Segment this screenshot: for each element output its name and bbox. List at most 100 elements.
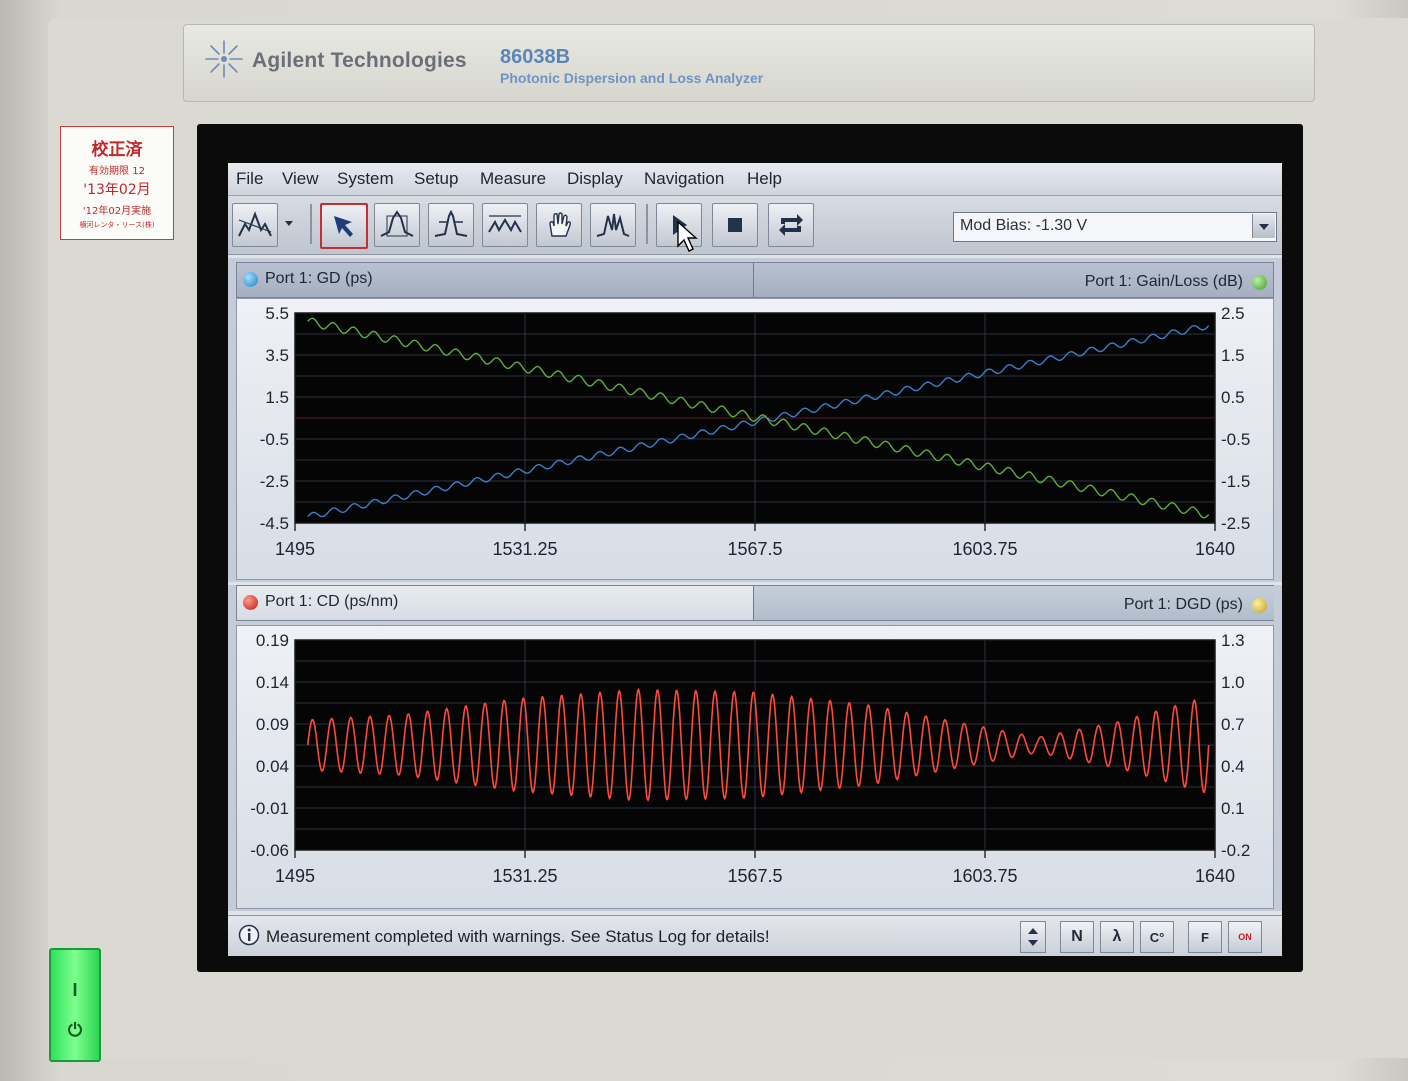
normalize-button[interactable]: N	[1060, 921, 1094, 953]
y-right-tick-label: 2.5	[1221, 304, 1245, 323]
chevron-down-icon	[1259, 224, 1269, 230]
y-right-tick-label: 1.0	[1221, 673, 1245, 692]
gd-gain-chart[interactable]: 1495 1531.25 1567.5 1603.75 1640 5.5 3.5 1.5 -0.…	[237, 299, 1273, 579]
gd-title[interactable]: Port 1: GD (ps)	[265, 270, 373, 288]
x-tick-label: 1567.5	[727, 866, 782, 886]
power-on-symbol: I	[72, 980, 78, 1000]
menu-help[interactable]: Help	[747, 169, 782, 189]
status-bar: Measurement completed with warnings. See…	[228, 915, 1282, 956]
status-message: Measurement completed with warnings. See…	[266, 927, 770, 946]
laser-on-button[interactable]: ON	[1228, 921, 1262, 953]
trace-view-icon	[238, 211, 272, 237]
cd-dgd-chart[interactable]: 1495 1531.25 1567.5 1603.75 1640 0.19 0.14 0.09…	[237, 626, 1273, 908]
stop-measurement-button[interactable]	[712, 203, 758, 247]
menu-setup[interactable]: Setup	[414, 169, 458, 189]
menu-measure[interactable]: Measure	[480, 169, 546, 189]
power-off-symbol: ⏻	[67, 1020, 83, 1040]
mod-bias-select[interactable]: Mod Bias: -1.30 V	[953, 212, 1277, 242]
brand-strip: Agilent Technologies 86038B Photonic Dis…	[183, 24, 1315, 102]
pointer-arrow-icon	[334, 216, 353, 237]
y-right-tick-label: 0.1	[1221, 799, 1245, 818]
gd-legend-dot-icon	[243, 272, 258, 287]
y-right-tick-label: -1.5	[1221, 472, 1250, 491]
zoom-out-icon	[488, 215, 522, 233]
pan-tool-button[interactable]	[536, 203, 582, 247]
zoom-out-button[interactable]	[482, 203, 528, 247]
cal-line-3: '13年02月	[83, 182, 151, 198]
mod-bias-dropdown-button[interactable]	[1252, 214, 1275, 238]
top-panel-header: Port 1: GD (ps) Port 1: Gain/Loss (dB)	[236, 262, 1274, 298]
cd-title[interactable]: Port 1: CD (ps/nm)	[265, 593, 398, 611]
dropdown-arrow-icon[interactable]	[284, 220, 294, 228]
y-right-tick-label: -2.5	[1221, 514, 1250, 533]
y-left-tick-label: 0.14	[256, 673, 289, 692]
info-icon	[238, 924, 260, 946]
y-left-tick-label: 5.5	[265, 304, 289, 323]
menu-file[interactable]: File	[236, 169, 263, 189]
temperature-button[interactable]: C°	[1140, 921, 1174, 953]
peak-zoom-icon	[380, 210, 414, 237]
top-chart-panel: Port 1: GD (ps) Port 1: Gain/Loss (dB) 1…	[228, 258, 1282, 582]
header-divider	[753, 263, 754, 297]
y-right-tick-label: 1.5	[1221, 346, 1245, 365]
model-description: Photonic Dispersion and Loss Analyzer	[500, 70, 764, 86]
cal-line-5: 横河レンタ・リース(株)	[79, 221, 155, 229]
y-right-tick-label: 0.7	[1221, 715, 1245, 734]
toolbar-separator	[646, 204, 648, 244]
x-tick-label: 1567.5	[727, 539, 782, 559]
wavelength-label: λ	[1112, 928, 1122, 945]
repeat-icon	[779, 214, 803, 236]
status-scroll-button[interactable]	[1020, 921, 1046, 953]
trace-view-button[interactable]	[232, 203, 278, 247]
cd-legend-dot-icon	[243, 595, 258, 610]
temperature-label: C°	[1149, 929, 1165, 945]
bottom-chart-panel: Port 1: CD (ps/nm) Port 1: DGD (ps) 1495…	[228, 585, 1282, 911]
y-right-tick-label: 0.5	[1221, 388, 1245, 407]
up-down-arrows-icon	[1028, 928, 1038, 946]
calibration-sticker: 校正済 有効期限 12 '13年02月 '12年02月実施 横河レンタ・リース(…	[60, 126, 174, 240]
x-tick-label: 1640	[1195, 866, 1235, 886]
dgd-title[interactable]: Port 1: DGD (ps)	[1124, 596, 1243, 614]
menu-view[interactable]: View	[282, 169, 319, 189]
toolbar: Mod Bias: -1.30 V	[228, 196, 1282, 255]
cal-line-2: 有効期限 12	[89, 166, 145, 177]
zoom-in-icon	[434, 210, 468, 237]
x-tick-label: 1603.75	[952, 866, 1017, 886]
brand-name: Agilent Technologies	[252, 49, 467, 72]
agilent-spark-logo	[205, 40, 243, 78]
y-left-tick-label: -0.06	[250, 841, 289, 860]
y-right-tick-label: -0.5	[1221, 430, 1250, 449]
y-left-tick-label: -2.5	[260, 472, 289, 491]
power-switch[interactable]: I ⏻	[49, 948, 101, 1062]
frequency-label: F	[1201, 929, 1209, 945]
autoscale-button[interactable]	[590, 203, 636, 247]
y-left-tick-label: -0.5	[260, 430, 289, 449]
zoom-peak-button[interactable]	[374, 203, 420, 247]
y-left-tick-label: -4.5	[260, 514, 289, 533]
zoom-in-button[interactable]	[428, 203, 474, 247]
dgd-legend-dot-icon	[1252, 598, 1267, 613]
stop-icon	[728, 218, 742, 232]
y-right-tick-label: -0.2	[1221, 841, 1250, 860]
toolbar-separator	[310, 204, 312, 244]
menu-navigation[interactable]: Navigation	[644, 169, 724, 189]
y-right-tick-label: 0.4	[1221, 757, 1245, 776]
gain-loss-title[interactable]: Port 1: Gain/Loss (dB)	[1085, 273, 1243, 291]
normalize-label: N	[1071, 928, 1083, 945]
repeat-measurement-button[interactable]	[768, 203, 814, 247]
frequency-button[interactable]: F	[1188, 921, 1222, 953]
mod-bias-value: Mod Bias: -1.30 V	[960, 217, 1088, 234]
hand-icon	[549, 212, 571, 237]
menu-system[interactable]: System	[337, 169, 394, 189]
x-tick-label: 1531.25	[492, 539, 557, 559]
cal-line-1: 校正済	[91, 140, 143, 160]
top-plot-area: 1495 1531.25 1567.5 1603.75 1640 5.5 3.5 1.5 -0.…	[236, 298, 1274, 580]
y-left-tick-label: 0.04	[256, 757, 289, 776]
wavelength-button[interactable]: λ	[1100, 921, 1134, 953]
bottom-panel-header: Port 1: CD (ps/nm) Port 1: DGD (ps)	[236, 585, 1274, 621]
cal-line-4: '12年02月実施	[82, 206, 152, 217]
y-left-tick-label: -0.01	[250, 799, 289, 818]
app-screen: File View System Setup Measure Display N…	[228, 163, 1282, 956]
menu-display[interactable]: Display	[567, 169, 623, 189]
pointer-tool-button[interactable]	[320, 203, 368, 249]
